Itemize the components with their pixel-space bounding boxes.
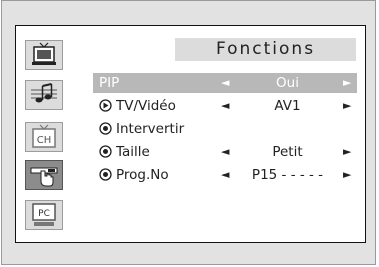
dot-bullet-icon — [99, 122, 112, 135]
menu-title: Fonctions — [215, 39, 316, 59]
row-value-taille: Petit — [272, 144, 303, 160]
sidebar-item-function[interactable] — [25, 160, 63, 190]
right-arrow-icon[interactable]: ► — [343, 165, 351, 185]
right-arrow-icon[interactable]: ► — [343, 73, 351, 93]
left-arrow-icon[interactable]: ◄ — [221, 73, 229, 93]
dot-bullet-icon — [99, 145, 112, 158]
sidebar-item-channel[interactable]: CH — [25, 122, 63, 152]
function-pip-hand-icon — [30, 167, 58, 187]
left-arrow-icon[interactable]: ◄ — [221, 165, 229, 185]
right-arrow-icon[interactable]: ► — [343, 142, 351, 162]
left-arrow-icon[interactable]: ◄ — [221, 96, 229, 116]
menu-row-tv-video[interactable]: TV/Vidéo ◄ AV1 ► — [93, 96, 357, 116]
menu-row-taille[interactable]: Taille ◄ Petit ► — [93, 142, 357, 162]
channel-tv-icon: CH — [32, 124, 56, 148]
sound-note-icon — [31, 83, 57, 103]
menu-row-intervertir[interactable]: Intervertir — [93, 119, 357, 139]
menu-row-pip[interactable]: PIP ◄ Oui ► — [93, 73, 357, 93]
pc-monitor-icon: PC — [32, 203, 56, 226]
row-label-tv-video: TV/Vidéo — [116, 98, 176, 114]
row-label-pip: PIP — [99, 75, 120, 91]
sidebar-item-pc[interactable]: PC — [25, 200, 63, 230]
row-label-intervertir: Intervertir — [116, 121, 185, 137]
osd-menu: CH PC Fonctions PIP ◄ Oui ► TV/Vidéo ◄ A… — [15, 25, 366, 243]
row-value-tv-video: AV1 — [274, 98, 301, 114]
sidebar-item-picture[interactable] — [25, 40, 63, 70]
menu-sidebar: CH PC — [16, 26, 76, 242]
picture-tv-icon — [32, 42, 56, 65]
row-value-pip: Oui — [276, 75, 299, 91]
play-bullet-icon — [99, 99, 112, 112]
menu-row-prog-no[interactable]: Prog.No ◄ P15 - - - - - ► — [93, 165, 357, 185]
title-bar: Fonctions — [175, 38, 356, 61]
pc-icon-label: PC — [38, 209, 50, 219]
row-label-taille: Taille — [116, 144, 150, 160]
row-label-prog-no: Prog.No — [116, 167, 169, 183]
row-value-prog-no: P15 - - - - - — [251, 167, 324, 183]
left-arrow-icon[interactable]: ◄ — [221, 142, 229, 162]
channel-icon-label: CH — [37, 135, 52, 146]
tv-screen-frame: CH PC Fonctions PIP ◄ Oui ► TV/Vidéo ◄ A… — [1, 0, 376, 265]
right-arrow-icon[interactable]: ► — [343, 96, 351, 116]
sidebar-item-sound[interactable] — [25, 80, 63, 110]
dot-bullet-icon — [99, 168, 112, 181]
